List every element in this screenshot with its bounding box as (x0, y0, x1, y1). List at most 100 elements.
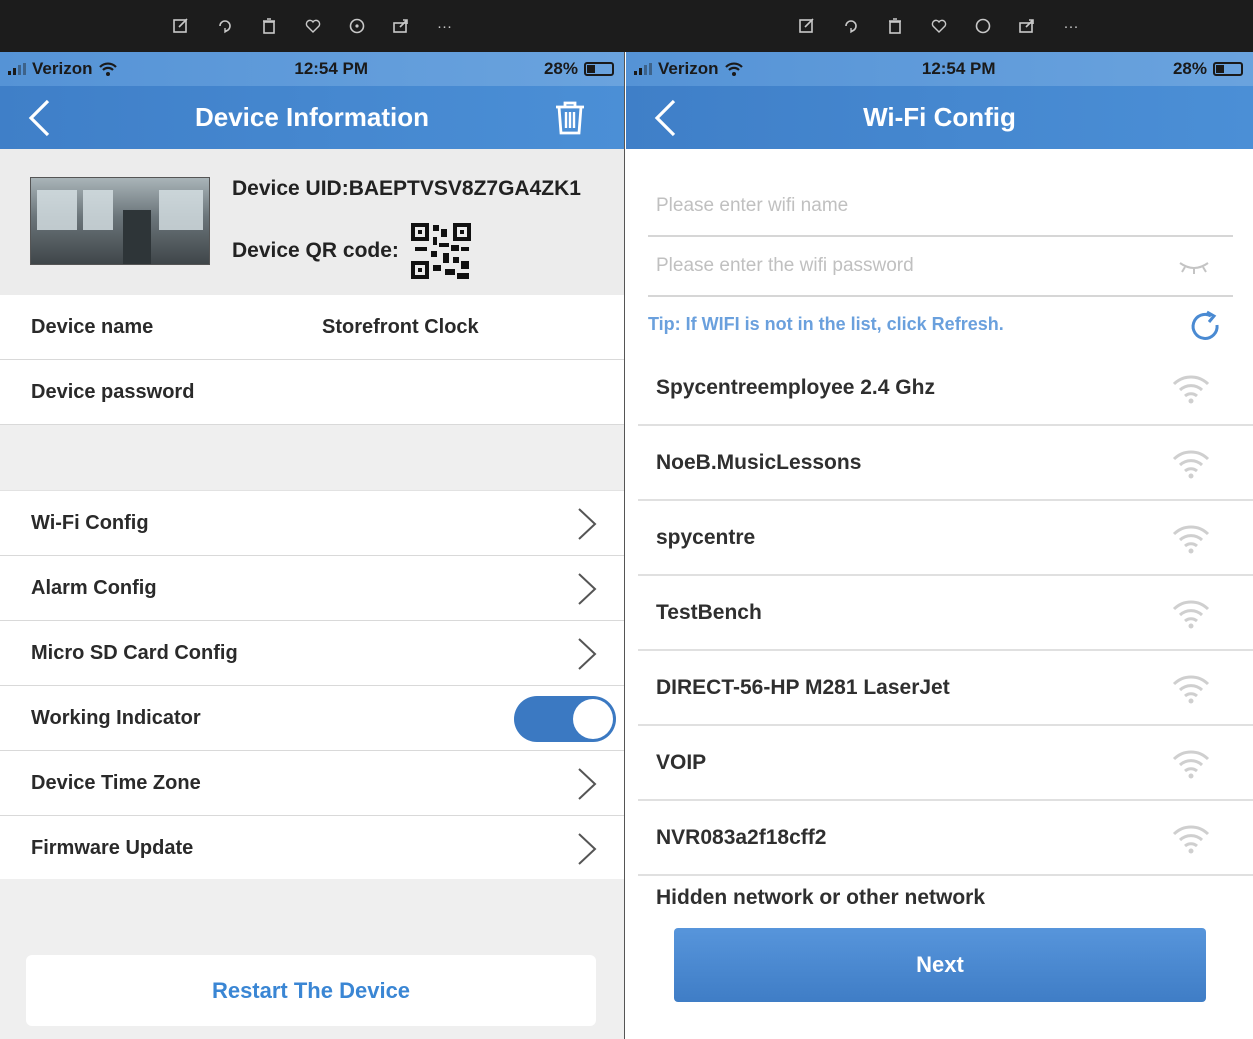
share-icon[interactable] (1016, 15, 1038, 37)
working-indicator-label: Working Indicator (31, 706, 201, 729)
delete-device-button[interactable] (550, 96, 590, 140)
wifi-network-item[interactable]: Spycentreemployee 2.4 Ghz (638, 351, 1253, 426)
wifi-ssid: NVR083a2f18cff2 (656, 825, 827, 849)
toggle-knob (573, 699, 613, 739)
wifi-network-list: Spycentreemployee 2.4 Ghz NoeB.MusicLess… (626, 351, 1253, 876)
more-icon[interactable]: ··· (1060, 15, 1082, 37)
wifi-network-item[interactable]: VOIP (638, 726, 1253, 801)
wifi-signal-icon (1172, 675, 1210, 704)
wifi-ssid: DIRECT-56-HP M281 LaserJet (656, 675, 950, 699)
status-bar: Verizon 12:54 PM 28% (626, 52, 1253, 86)
working-indicator-toggle[interactable] (514, 696, 616, 742)
device-name-value: Storefront Clock (322, 315, 479, 338)
device-qr-label: Device QR code: (232, 239, 399, 262)
rotate-icon[interactable] (214, 15, 236, 37)
wifi-network-item[interactable]: NVR083a2f18cff2 (638, 801, 1253, 876)
trash-icon (556, 101, 584, 135)
wifi-config-screen: Verizon 12:54 PM 28% Wi-Fi Config Please… (626, 52, 1253, 1039)
signal-icon (8, 63, 26, 75)
device-card: Device UID:BAEPTVSV8Z7GA4ZK1 Device QR c… (0, 149, 624, 295)
info-icon[interactable] (346, 15, 368, 37)
rotate-icon[interactable] (840, 15, 862, 37)
chevron-left-icon (28, 99, 50, 137)
page-title: Device Information (194, 102, 430, 132)
hidden-network-link[interactable]: Hidden network or other network (626, 878, 1253, 918)
wifi-signal-icon (1172, 750, 1210, 779)
heart-icon[interactable] (302, 15, 324, 37)
wifi-signal-icon (1172, 600, 1210, 629)
heart-icon[interactable] (928, 15, 950, 37)
wifi-network-item[interactable]: DIRECT-56-HP M281 LaserJet (638, 651, 1253, 726)
device-password-label: Device password (31, 380, 195, 403)
refresh-tip: Tip: If WIFI is not in the list, click R… (626, 297, 1253, 351)
signal-icon (634, 63, 652, 75)
chevron-right-icon (578, 508, 597, 540)
device-password-row[interactable]: Device password (0, 360, 624, 425)
wifi-network-item[interactable]: TestBench (638, 576, 1253, 651)
wifi-status-icon (99, 62, 118, 76)
working-indicator-row: Working Indicator (0, 686, 624, 751)
wifi-signal-icon (1172, 525, 1210, 554)
wifi-form: Please enter wifi name Please enter the … (626, 177, 1253, 297)
device-uid: Device UID:BAEPTVSV8Z7GA4ZK1 (232, 177, 581, 200)
back-button[interactable] (26, 96, 66, 140)
navbar: Device Information (0, 86, 624, 149)
status-time: 12:54 PM (294, 59, 369, 78)
navbar: Wi-Fi Config (626, 86, 1253, 149)
edit-icon[interactable] (170, 15, 192, 37)
wifi-ssid: VOIP (656, 750, 707, 774)
wifi-network-item[interactable]: NoeB.MusicLessons (638, 426, 1253, 501)
page-title: Wi-Fi Config (863, 102, 1016, 132)
status-time: 12:54 PM (921, 59, 996, 78)
device-thumbnail[interactable] (30, 177, 210, 265)
chevron-left-icon (654, 99, 676, 137)
restart-device-button[interactable]: Restart The Device (26, 955, 596, 1026)
info-icon[interactable] (972, 15, 994, 37)
wifi-ssid: spycentre (656, 525, 756, 549)
tip-text: Tip: If WIFI is not in the list, click R… (648, 313, 1004, 334)
carrier-label: Verizon (658, 59, 719, 78)
menu-item-wifi-config[interactable]: Wi-Fi Config (0, 491, 624, 556)
menu-item-label: Alarm Config (31, 576, 157, 599)
section-divider (0, 425, 624, 491)
status-bar: Verizon 12:54 PM 28% (0, 52, 624, 86)
share-icon[interactable] (390, 15, 412, 37)
refresh-icon[interactable] (1187, 309, 1223, 345)
chevron-right-icon (578, 833, 597, 865)
back-button[interactable] (652, 96, 692, 140)
chevron-right-icon (578, 573, 597, 605)
wifi-ssid: TestBench (656, 600, 762, 624)
edit-icon[interactable] (796, 15, 818, 37)
wifi-ssid: Spycentreemployee 2.4 Ghz (656, 375, 935, 399)
wifi-signal-icon (1172, 825, 1210, 854)
carrier-label: Verizon (32, 59, 93, 78)
wifi-name-input[interactable]: Please enter wifi name (648, 177, 1233, 237)
qr-code-icon[interactable] (410, 223, 471, 279)
menu-item-label: Wi-Fi Config (31, 511, 149, 534)
battery-icon (1212, 62, 1243, 76)
next-button[interactable]: Next (674, 928, 1206, 1002)
menu-item-label: Firmware Update (31, 836, 194, 859)
wifi-status-icon (725, 62, 744, 76)
wifi-password-input[interactable]: Please enter the wifi password (648, 237, 1233, 297)
menu-item-sd-card-config[interactable]: Micro SD Card Config (0, 621, 624, 686)
wifi-password-placeholder: Please enter the wifi password (656, 255, 914, 276)
chevron-right-icon (578, 638, 597, 670)
top-toolbar-left: ··· (0, 0, 625, 52)
battery-percent: 28% (1172, 59, 1207, 78)
eye-closed-icon[interactable] (1177, 259, 1211, 275)
menu-item-label: Device Time Zone (31, 771, 201, 794)
menu-item-firmware-update[interactable]: Firmware Update (0, 816, 624, 881)
device-name-row[interactable]: Device name Storefront Clock (0, 295, 624, 360)
battery-icon (583, 62, 614, 76)
menu-item-label: Micro SD Card Config (31, 641, 238, 664)
top-toolbar-right: ··· (625, 0, 1253, 52)
menu-item-time-zone[interactable]: Device Time Zone (0, 751, 624, 816)
wifi-network-item[interactable]: spycentre (638, 501, 1253, 576)
trash-icon[interactable] (884, 15, 906, 37)
trash-icon[interactable] (258, 15, 280, 37)
more-icon[interactable]: ··· (434, 15, 456, 37)
battery-percent: 28% (543, 59, 578, 78)
device-information-screen: Verizon 12:54 PM 28% Device Information (0, 52, 625, 1039)
menu-item-alarm-config[interactable]: Alarm Config (0, 556, 624, 621)
